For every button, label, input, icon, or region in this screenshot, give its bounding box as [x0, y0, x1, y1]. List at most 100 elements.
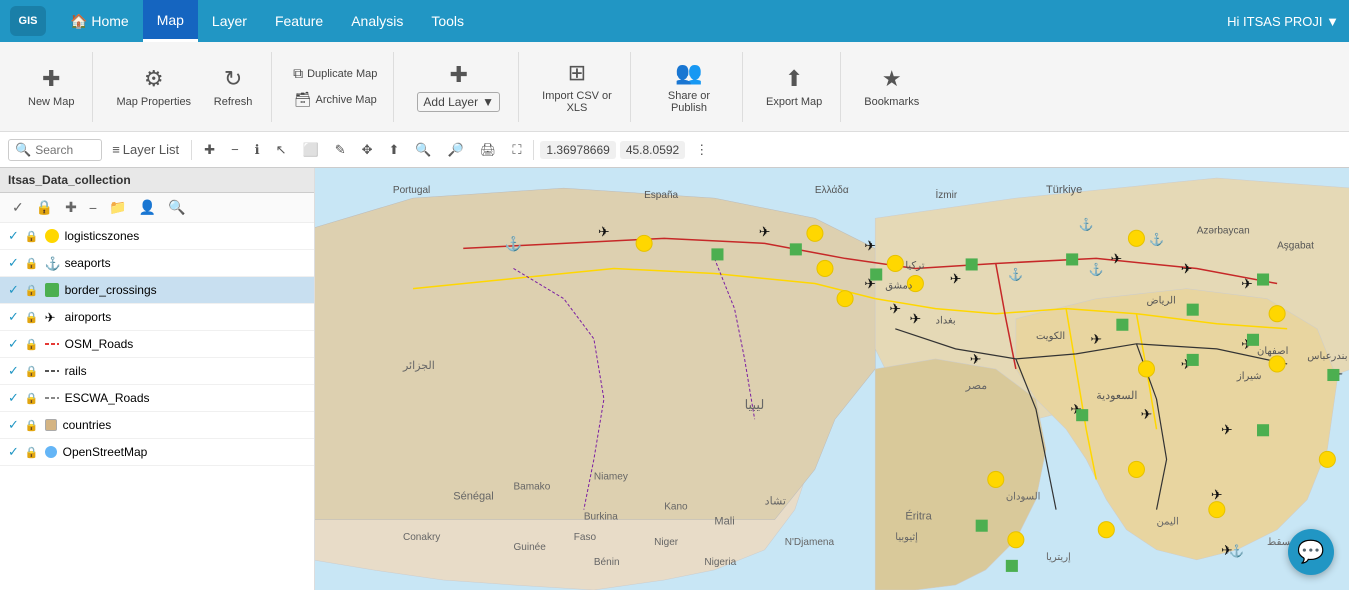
search-box[interactable]: 🔍: [8, 139, 102, 161]
import-csv-label: Import CSV or XLS: [542, 90, 612, 114]
svg-text:✈: ✈: [1241, 276, 1253, 292]
zoom-in-button[interactable]: 🔍: [409, 139, 437, 161]
add-layer-small-button[interactable]: ✚: [61, 197, 81, 218]
layer-icon-rails: [45, 367, 59, 375]
layer-item-escwa-roads[interactable]: ✓ 🔒 ESCWA_Roads: [0, 385, 314, 412]
layer-list-button[interactable]: ≡ Layer List: [106, 139, 185, 160]
select-rect-button[interactable]: ⬜: [297, 139, 325, 161]
layer-lock-rails: 🔒: [25, 365, 39, 378]
nav-tools[interactable]: Tools: [417, 0, 478, 42]
map-svg: ✈ ✈ ✈ ✈ ✈ ✈ ✈ ✈ ✈ ✈ ✈ ✈ ✈ ✈ ✈ ✈ ✈ ✈ ✈ ✈ …: [315, 168, 1349, 590]
lock-icon[interactable]: 🔒: [32, 197, 57, 218]
move-button[interactable]: ✥: [356, 139, 379, 161]
search-layer-button[interactable]: 🔍: [164, 197, 189, 218]
add-layer-label: Add Layer: [423, 95, 478, 109]
nav-home[interactable]: 🏠 🏠 HomeHome: [56, 0, 143, 42]
svg-text:✈: ✈: [1110, 250, 1122, 266]
bookmarks-group: ★ Bookmarks: [846, 52, 937, 122]
svg-text:دمشق: دمشق: [885, 281, 912, 292]
svg-text:Azərbaycan: Azərbaycan: [1197, 225, 1250, 236]
list-icon: ≡: [112, 142, 120, 157]
add-layer-icon: ✚: [449, 62, 467, 88]
layer-item-countries[interactable]: ✓ 🔒 countries: [0, 412, 314, 439]
folder-icon[interactable]: 📁: [105, 197, 130, 218]
upload-button[interactable]: ⬆: [383, 139, 406, 161]
svg-text:اليمن: اليمن: [1157, 517, 1179, 528]
layer-check-airoports: ✓: [8, 309, 19, 325]
main-area: Itsas_Data_collection ✓ 🔒 ✚ − 📁 👤 🔍 ✓ 🔒 …: [0, 168, 1349, 590]
remove-button[interactable]: −: [225, 139, 245, 160]
export-map-button[interactable]: ⬆ Export Map: [756, 61, 832, 113]
layer-icon-border-crossings: [45, 283, 59, 297]
svg-text:Niger: Niger: [654, 537, 679, 548]
remove-layer-button[interactable]: −: [85, 198, 101, 218]
chevron-down-icon: ▼: [482, 95, 494, 109]
nav-feature[interactable]: Feature: [261, 0, 337, 42]
layer-check-escwa-roads: ✓: [8, 390, 19, 406]
bookmarks-label: Bookmarks: [864, 96, 919, 108]
svg-text:Niamey: Niamey: [594, 471, 628, 482]
cursor-button[interactable]: ↖: [270, 139, 293, 161]
add-layer-button[interactable]: ✚ Add Layer ▼: [407, 57, 510, 117]
layer-item-seaports[interactable]: ✓ 🔒 ⚓ seaports: [0, 250, 314, 277]
svg-text:Conakry: Conakry: [403, 532, 440, 543]
layer-item-rails[interactable]: ✓ 🔒 rails: [0, 358, 314, 385]
info-button[interactable]: ℹ: [249, 139, 266, 161]
fullscreen-button[interactable]: ⛶: [506, 139, 527, 161]
layer-check-seaports: ✓: [8, 255, 19, 271]
duplicate-map-button[interactable]: ⧉ Duplicate Map: [285, 62, 385, 85]
layer-lock-openstreetmap: 🔒: [25, 446, 39, 459]
add-icon: ✚: [204, 142, 215, 158]
share-publish-button[interactable]: 👥 Share or Publish: [644, 55, 734, 119]
svg-text:الكويت: الكويت: [1036, 331, 1065, 342]
svg-text:Aşgabat: Aşgabat: [1277, 240, 1314, 251]
chat-widget-button[interactable]: 💬: [1288, 529, 1334, 575]
svg-text:ليبيا: ليبيا: [745, 397, 765, 412]
layer-item-openstreetmap[interactable]: ✓ 🔒 OpenStreetMap: [0, 439, 314, 466]
more-options-button[interactable]: ⋮: [689, 139, 714, 161]
user-menu[interactable]: Hi ITSAS PROJI ▼: [1227, 14, 1339, 29]
fullscreen-icon: ⛶: [512, 142, 521, 158]
print-button[interactable]: 🖨: [474, 139, 503, 161]
app-logo: GIS: [10, 6, 46, 36]
new-map-button[interactable]: ✚ New Map: [18, 61, 84, 113]
layer-item-border-crossings[interactable]: ✓ 🔒 border_crossings: [0, 277, 314, 304]
bookmarks-button[interactable]: ★ Bookmarks: [854, 61, 929, 113]
zoom-out-button[interactable]: 🔎: [442, 139, 470, 161]
layer-label-rails: rails: [65, 364, 87, 378]
import-csv-button[interactable]: ⊞ Import CSV or XLS: [532, 55, 622, 119]
nav-map[interactable]: Map: [143, 0, 198, 42]
svg-text:N'Djamena: N'Djamena: [785, 537, 835, 548]
layer-icon-escwa-roads: [45, 394, 59, 402]
layer-item-osm-roads[interactable]: ✓ 🔒 OSM_Roads: [0, 331, 314, 358]
coord-y-display: 45.8.0592: [620, 141, 685, 159]
refresh-button[interactable]: ↻ Refresh: [203, 61, 263, 113]
visibility-all-icon[interactable]: ✓: [8, 197, 28, 218]
new-map-label: New Map: [28, 96, 74, 108]
draw-icon: ✎: [335, 142, 346, 158]
layer-item-airoports[interactable]: ✓ 🔒 ✈ airoports: [0, 304, 314, 331]
svg-text:مصر: مصر: [965, 380, 988, 392]
add-point-button[interactable]: ✚: [198, 139, 221, 161]
map-canvas[interactable]: ✈ ✈ ✈ ✈ ✈ ✈ ✈ ✈ ✈ ✈ ✈ ✈ ✈ ✈ ✈ ✈ ✈ ✈ ✈ ✈ …: [315, 168, 1349, 590]
import-csv-group: ⊞ Import CSV or XLS: [524, 52, 631, 122]
map-properties-button[interactable]: ⚙ Map Properties: [106, 61, 201, 113]
layer-lock-seaports: 🔒: [25, 257, 39, 270]
search-input[interactable]: [35, 143, 95, 157]
svg-text:⚓: ⚓: [1229, 544, 1244, 558]
layer-check-osm-roads: ✓: [8, 336, 19, 352]
archive-map-button[interactable]: 🗃 Archive Map: [285, 88, 385, 111]
user-icon[interactable]: 👤: [135, 197, 160, 218]
layer-lock-countries: 🔒: [25, 419, 39, 432]
coord-x-display: 1.36978669: [540, 141, 615, 159]
svg-text:✈: ✈: [598, 223, 610, 239]
svg-text:السعودية: السعودية: [1096, 390, 1137, 402]
draw-button[interactable]: ✎: [329, 139, 352, 161]
chat-icon: 💬: [1297, 539, 1324, 565]
nav-layer[interactable]: Layer: [198, 0, 261, 42]
nav-analysis[interactable]: Analysis: [337, 0, 417, 42]
share-publish-group: 👥 Share or Publish: [636, 52, 743, 122]
info-icon: ℹ: [255, 142, 260, 158]
duplicate-icon: ⧉: [293, 65, 303, 82]
layer-item-logisticszones[interactable]: ✓ 🔒 logisticszones: [0, 223, 314, 250]
